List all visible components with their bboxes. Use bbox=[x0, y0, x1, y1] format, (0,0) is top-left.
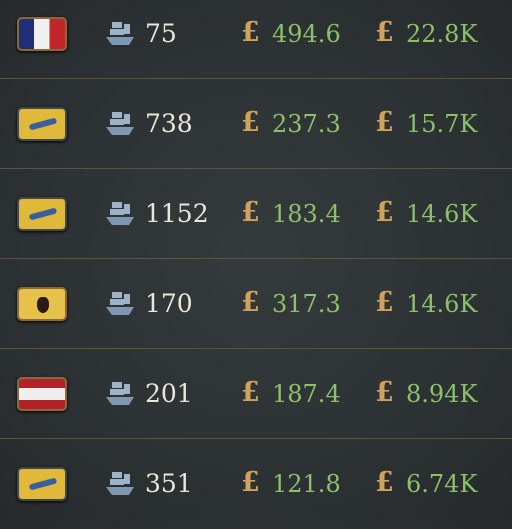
country-flag[interactable] bbox=[17, 197, 67, 231]
ship-count: 170 bbox=[145, 289, 193, 318]
pound-icon: £ bbox=[241, 467, 260, 498]
table-row[interactable]: 351 £ 121.8 £ 6.74K bbox=[0, 439, 512, 529]
ship-count: 738 bbox=[145, 109, 193, 138]
pound-icon: £ bbox=[375, 107, 394, 138]
table-row[interactable]: 738 £ 237.3 £ 15.7K bbox=[0, 79, 512, 169]
pound-icon: £ bbox=[241, 17, 260, 48]
total-value: 15.7K bbox=[406, 110, 478, 138]
ship-count: 75 bbox=[145, 19, 177, 48]
country-flag[interactable] bbox=[17, 377, 67, 411]
ship-count: 1152 bbox=[145, 199, 209, 228]
pound-icon: £ bbox=[375, 287, 394, 318]
total-value: 14.6K bbox=[406, 290, 478, 318]
pound-icon: £ bbox=[375, 377, 394, 408]
ship-icon bbox=[106, 472, 134, 495]
ship-icon bbox=[106, 112, 134, 135]
pound-icon: £ bbox=[375, 17, 394, 48]
country-flag[interactable] bbox=[17, 467, 67, 501]
ship-icon bbox=[106, 382, 134, 405]
table-row[interactable]: 1152 £ 183.4 £ 14.6K bbox=[0, 169, 512, 259]
price-value: 237.3 bbox=[272, 110, 341, 138]
price-value: 317.3 bbox=[272, 290, 341, 318]
ship-count: 201 bbox=[145, 379, 193, 408]
total-value: 22.8K bbox=[406, 20, 478, 48]
ship-icon bbox=[106, 202, 134, 225]
table-row[interactable]: 201 £ 187.4 £ 8.94K bbox=[0, 349, 512, 439]
pound-icon: £ bbox=[241, 107, 260, 138]
pound-icon: £ bbox=[241, 377, 260, 408]
price-value: 187.4 bbox=[272, 380, 341, 408]
ship-icon bbox=[106, 22, 134, 45]
price-value: 494.6 bbox=[272, 20, 341, 48]
ship-icon bbox=[106, 292, 134, 315]
ship-count: 351 bbox=[145, 469, 193, 498]
price-value: 121.8 bbox=[272, 470, 341, 498]
table-row[interactable]: 75 £ 494.6 £ 22.8K bbox=[0, 0, 512, 79]
total-value: 6.74K bbox=[406, 470, 478, 498]
total-value: 8.94K bbox=[406, 380, 478, 408]
pound-icon: £ bbox=[375, 467, 394, 498]
total-value: 14.6K bbox=[406, 200, 478, 228]
country-flag[interactable] bbox=[17, 287, 67, 321]
country-flag[interactable] bbox=[17, 107, 67, 141]
price-value: 183.4 bbox=[272, 200, 341, 228]
pound-icon: £ bbox=[241, 197, 260, 228]
country-flag[interactable] bbox=[17, 17, 67, 51]
pound-icon: £ bbox=[375, 197, 394, 228]
table-row[interactable]: 170 £ 317.3 £ 14.6K bbox=[0, 259, 512, 349]
pound-icon: £ bbox=[241, 287, 260, 318]
